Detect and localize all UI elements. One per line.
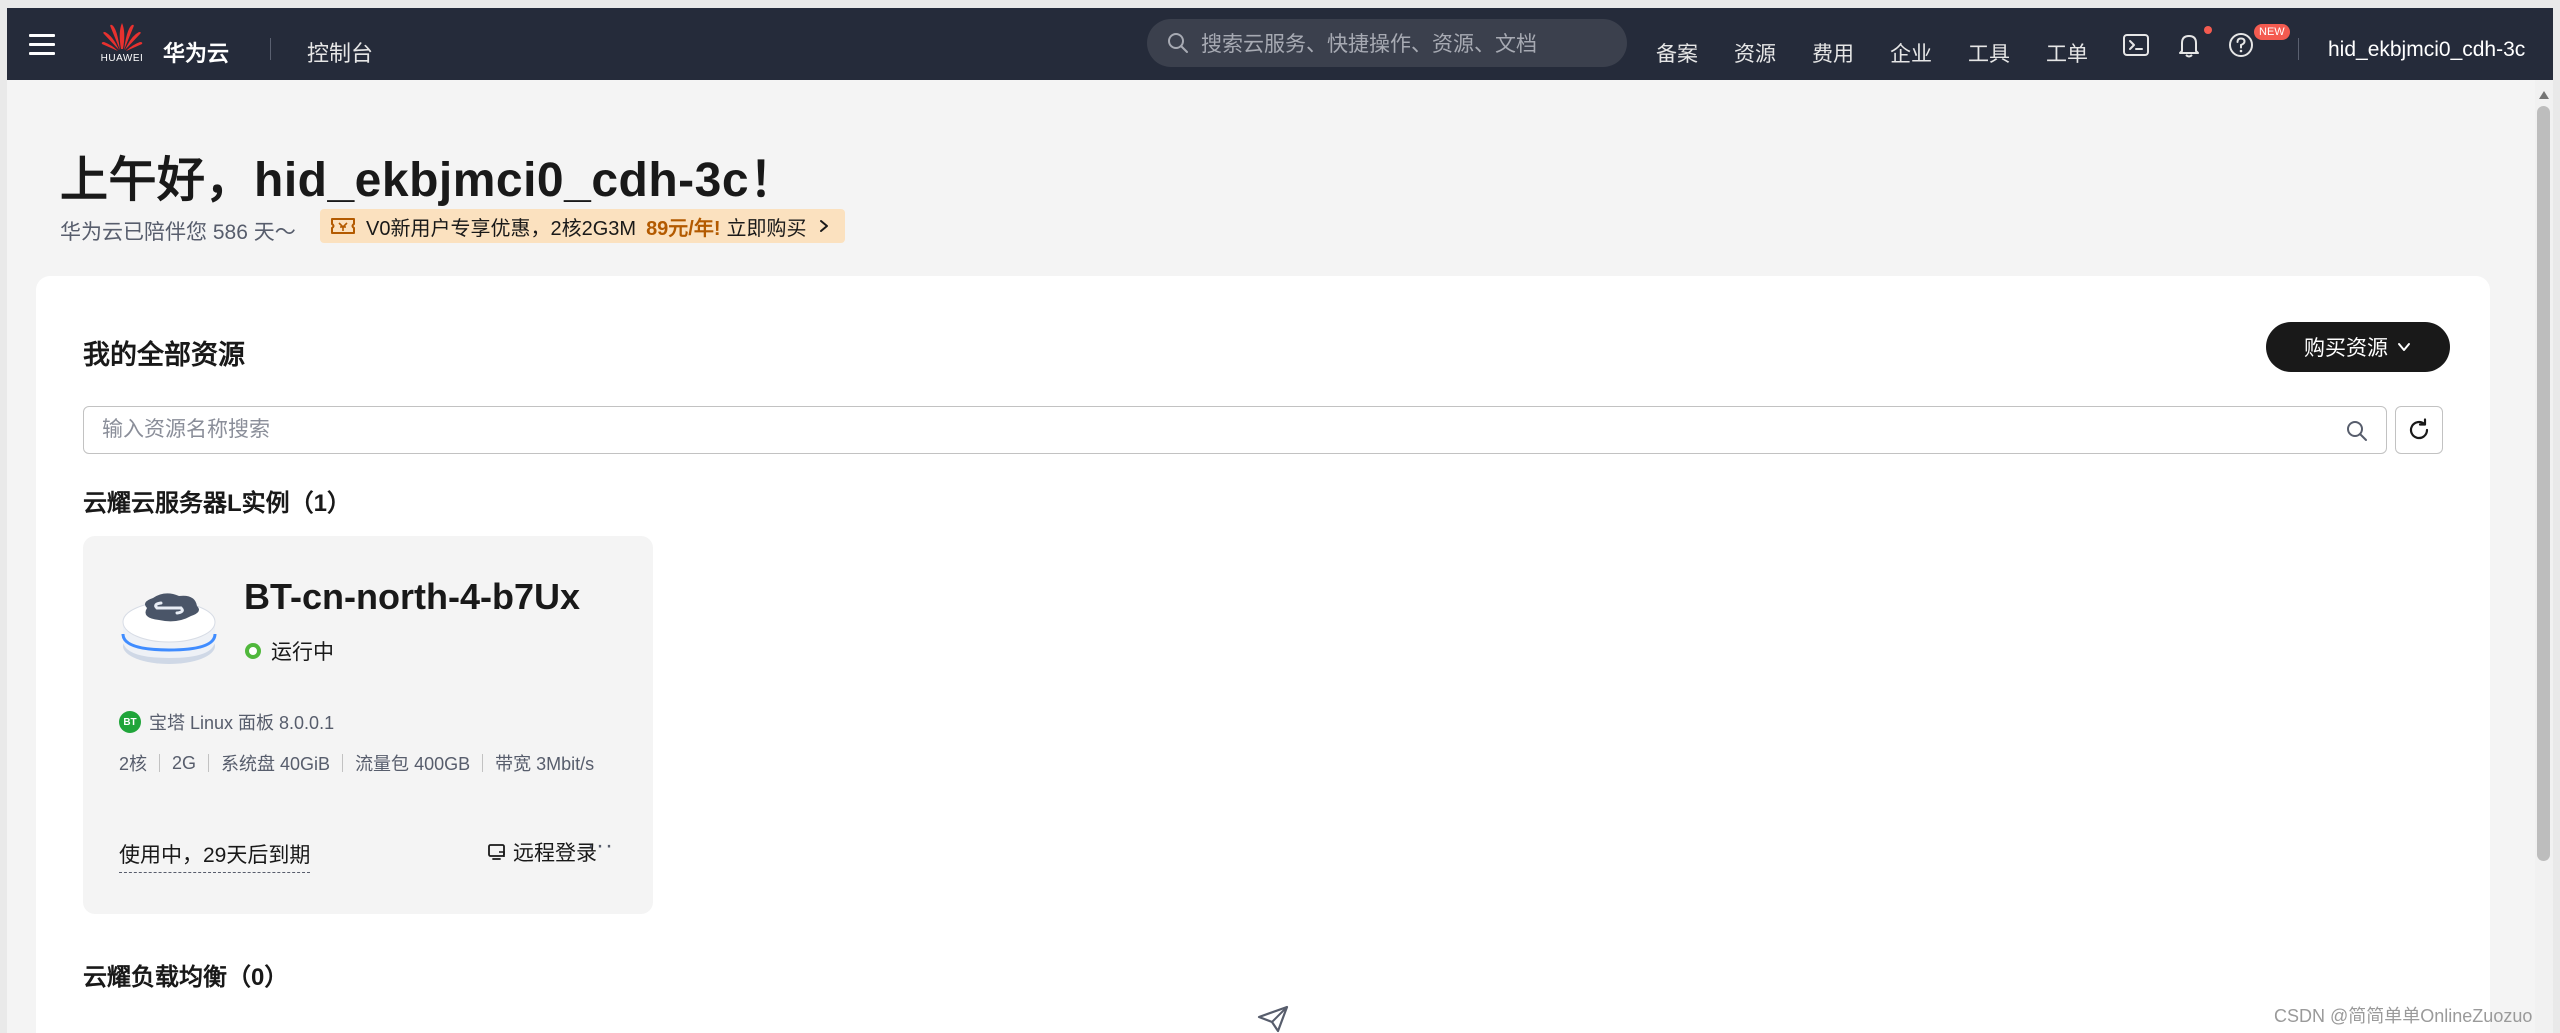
status-text: 运行中 (271, 641, 334, 664)
bell-icon[interactable] (2174, 30, 2204, 60)
brand-name[interactable]: 华为云 (163, 36, 229, 68)
promo-text: V0新用户专享优惠，2核2G3M (366, 217, 637, 240)
chevron-right-icon (819, 220, 828, 232)
nav-link-enterprise[interactable]: 企业 (1890, 38, 1932, 68)
remote-login-button[interactable]: 远程登录 (487, 837, 597, 867)
instance-card[interactable]: BT-cn-north-4-b7Ux 运行中 BT 宝塔 Linux 面板 8.… (83, 536, 653, 914)
remote-login-label: 远程登录 (513, 842, 597, 865)
nav-link-resources[interactable]: 资源 (1734, 38, 1776, 68)
divider (2298, 38, 2299, 60)
spec-traffic: 流量包 400GB (355, 754, 471, 774)
cloud-server-icon (121, 593, 217, 664)
buy-resource-button[interactable]: 购买资源 (2266, 322, 2450, 372)
console-link[interactable]: 控制台 (307, 36, 373, 68)
new-badge: NEW (2254, 24, 2290, 40)
page-title: 上午好，hid_ekbjmci0_cdh-3c！ (60, 154, 798, 207)
status-running-icon (245, 643, 261, 659)
spec-bandwidth: 带宽 3Mbit/s (495, 754, 595, 774)
resource-search-field[interactable] (83, 406, 2387, 454)
scroll-up-arrow-icon[interactable] (2538, 90, 2550, 100)
spec-memory: 2G (172, 752, 197, 773)
instance-status: 运行中 (245, 636, 334, 666)
resource-search-input[interactable] (102, 410, 2302, 450)
nav-link-tools[interactable]: 工具 (1968, 38, 2010, 68)
spec-cpu: 2核 (119, 754, 148, 774)
refresh-icon (2409, 418, 2429, 440)
user-account-menu[interactable]: hid_ekbjmci0_cdh-3c (2328, 38, 2525, 62)
notification-dot (2204, 26, 2212, 34)
promo-banner[interactable]: V0新用户专享优惠，2核2G3M 89元/年! 立即购买 (320, 209, 845, 243)
divider (208, 754, 210, 772)
huawei-flower-icon (101, 23, 143, 51)
main-content: 上午好，hid_ekbjmci0_cdh-3c！ 华为云已陪伴您 586 天～ … (7, 80, 2535, 1033)
bt-panel-icon: BT (119, 711, 141, 733)
instance-specs: 2核 2G 系统盘 40GiB 流量包 400GB 带宽 3Mbit/s (119, 750, 594, 776)
promo-price: 89元/年! (646, 217, 721, 240)
image-name: 宝塔 Linux 面板 8.0.0.1 (149, 713, 335, 733)
menu-icon[interactable] (29, 34, 55, 56)
nav-link-billing[interactable]: 费用 (1812, 38, 1854, 68)
scrollbar-thumb[interactable] (2537, 106, 2550, 861)
spec-system-disk: 系统盘 40GiB (221, 754, 331, 774)
divider (270, 38, 271, 60)
divider (342, 754, 344, 772)
more-actions-button[interactable]: ··· (587, 832, 614, 860)
buy-resource-label: 购买资源 (2304, 337, 2388, 360)
help-icon[interactable] (2226, 30, 2256, 60)
monitor-icon (488, 844, 505, 860)
instance-image: BT 宝塔 Linux 面板 8.0.0.1 (119, 709, 334, 735)
flexus-l-instances-heading: 云耀云服务器L实例（1） (83, 490, 352, 517)
elb-heading: 云耀负载均衡（0） (83, 964, 289, 991)
watermark-text: CSDN @简简单单OnlineZuozuo (2274, 1006, 2533, 1026)
huawei-logo[interactable]: HUAWEI (93, 22, 151, 70)
expiry-status[interactable]: 使用中，29天后到期 (119, 839, 311, 873)
global-search-placeholder: 搜索云服务、快捷操作、资源、文档 (1201, 33, 1537, 56)
divider (159, 754, 161, 772)
nav-link-tickets[interactable]: 工单 (2046, 38, 2088, 68)
divider (482, 754, 484, 772)
instance-name[interactable]: BT-cn-north-4-b7Ux (244, 576, 580, 618)
companion-days-text: 华为云已陪伴您 586 天～ (60, 221, 296, 244)
search-icon[interactable] (2346, 420, 2368, 442)
chevron-down-icon (2398, 343, 2410, 351)
paper-plane-icon (1257, 1005, 1289, 1033)
logo-text: HUAWEI (100, 53, 144, 64)
search-icon (1168, 33, 1188, 53)
promo-buy-link[interactable]: 立即购买 (727, 212, 807, 241)
coupon-icon (331, 218, 355, 234)
refresh-button[interactable] (2395, 406, 2443, 454)
top-navigation-bar: HUAWEI 华为云 控制台 搜索云服务、快捷操作、资源、文档 备案 资源 费用… (7, 8, 2553, 80)
nav-link-beian[interactable]: 备案 (1656, 38, 1698, 68)
section-title: 我的全部资源 (83, 340, 245, 370)
cloud-shell-icon[interactable] (2121, 30, 2151, 60)
global-search-input[interactable]: 搜索云服务、快捷操作、资源、文档 (1147, 19, 1627, 67)
all-resources-panel: 我的全部资源 购买资源 云耀云服务器L实例（1） (36, 276, 2490, 1033)
